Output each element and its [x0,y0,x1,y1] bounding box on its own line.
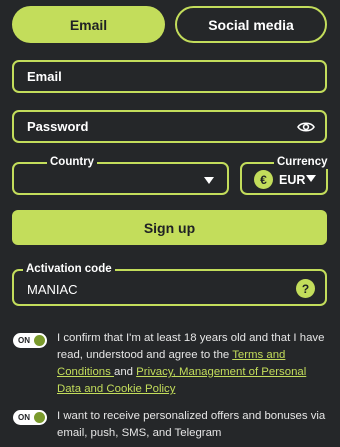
registration-form: Email Social media Email Password Countr… [0,0,340,447]
toggle-on-label: ON [18,413,30,422]
currency-label: Currency [274,155,331,169]
euro-icon: € [254,170,273,189]
email-field[interactable]: Email [12,60,327,93]
toggle-on-label: ON [18,336,30,345]
activation-code-label: Activation code [23,262,115,276]
marketing-consent-text: I want to receive personalized offers an… [57,410,326,439]
chevron-down-icon [204,177,214,184]
country-label: Country [47,155,98,169]
toggle-knob [34,335,45,346]
chevron-down-icon [306,175,316,182]
currency-value: EUR [279,173,306,187]
age-consent-toggle[interactable]: ON [13,333,47,348]
signup-button[interactable]: Sign up [12,210,327,245]
tab-email[interactable]: Email [12,6,165,43]
password-field[interactable]: Password [12,110,327,143]
activation-code-field[interactable]: Activation code MANIAC ? [12,262,327,306]
consent-text-middle: and [114,366,137,378]
marketing-consent-toggle[interactable]: ON [13,410,47,425]
tab-social-media[interactable]: Social media [175,6,327,43]
age-consent-text: I confirm that I'm at least 18 years old… [57,330,327,398]
password-placeholder: Password [27,119,89,134]
currency-select[interactable]: Currency € EUR [240,155,331,195]
toggle-knob [34,412,45,423]
country-select[interactable]: Country [12,155,229,195]
activation-code-value: MANIAC [27,282,78,297]
email-placeholder: Email [27,69,62,84]
help-icon[interactable]: ? [296,279,315,298]
show-password-icon[interactable] [297,121,315,133]
